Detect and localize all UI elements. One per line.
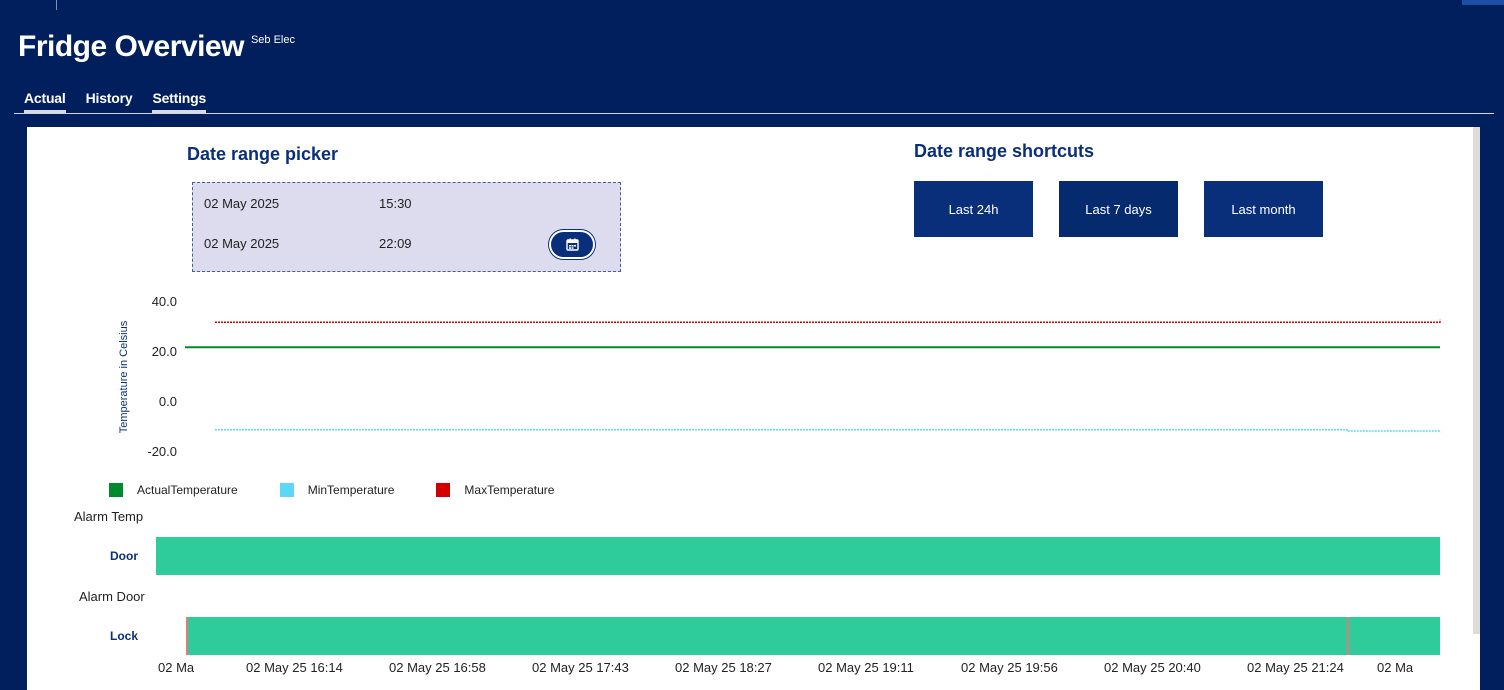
legend-label-min: MinTemperature: [307, 483, 395, 497]
alarm-door-label: Alarm Door: [79, 589, 145, 604]
x-tick-label: 02 May 25 19:56: [961, 660, 1058, 675]
legend-swatch-min: [279, 483, 294, 497]
legend-actual[interactable]: ActualTemperature: [109, 483, 238, 497]
start-date[interactable]: 02 May 2025: [204, 196, 279, 211]
x-tick-label: 02 May 25 20:40: [1104, 660, 1201, 675]
x-tick-label: 02 May 25 17:43: [532, 660, 629, 675]
page-title: Fridge Overview: [18, 30, 244, 63]
series-line-MinTemperature[interactable]: [215, 429, 1441, 433]
calendar-button[interactable]: [549, 230, 595, 259]
y-tick-label: 0.0: [159, 394, 177, 409]
y-tick-label: 20.0: [152, 344, 177, 359]
legend-label-max: MaxTemperature: [464, 483, 555, 497]
legend-min[interactable]: MinTemperature: [279, 483, 395, 497]
tabs-divider: [14, 113, 1494, 114]
y-tick-label: -20.0: [147, 444, 177, 459]
tab-bar: Actual History Settings: [24, 90, 226, 113]
calendar-icon: [565, 238, 579, 251]
y-tick-label: 40.0: [152, 294, 177, 309]
legend-label-actual: ActualTemperature: [137, 483, 238, 497]
date-range-picker-title: Date range picker: [187, 144, 339, 164]
tab-history[interactable]: History: [86, 90, 133, 106]
date-range-shortcuts-title: Date range shortcuts: [914, 141, 1095, 161]
main-panel: Date range picker 02 May 2025 15:30 02 M…: [27, 127, 1480, 690]
temperature-chart: 40.0 20.0 0.0 -20.0 Temperature in Celsius: [118, 294, 1441, 459]
door-lane-label: Door: [110, 549, 138, 563]
page-header: Fridge Overview Seb Elec: [18, 30, 295, 64]
y-axis-title: Temperature in Celsius: [118, 320, 130, 433]
lock-lane-marker-start: [186, 617, 188, 655]
legend-swatch-max: [436, 483, 451, 497]
end-date[interactable]: 02 May 2025: [204, 236, 279, 251]
last-month-button[interactable]: Last month: [1204, 181, 1323, 237]
lock-lane-marker-end: [1347, 617, 1349, 655]
start-time[interactable]: 15:30: [379, 196, 412, 211]
lock-lane-label: Lock: [109, 629, 138, 643]
page-subtitle: Seb Elec: [250, 34, 295, 46]
lock-lane-bar[interactable]: [187, 617, 1440, 655]
date-range-picker[interactable]: 02 May 2025 15:30 02 May 2025 22:09: [192, 182, 621, 272]
x-tick-label: 02 May 25 16:58: [389, 660, 486, 675]
top-right-accent: [1462, 0, 1504, 5]
x-tick-label: 02 May 25 16:14: [246, 660, 343, 675]
tab-actual[interactable]: Actual: [24, 90, 66, 113]
x-tick-label: 02 May 25 19:11: [818, 660, 914, 675]
legend-max[interactable]: MaxTemperature: [436, 483, 554, 497]
last-7-days-button[interactable]: Last 7 days: [1059, 181, 1178, 237]
header-divider: [56, 0, 57, 10]
x-tick-label: 02 Ma: [1377, 660, 1414, 675]
last-24h-button[interactable]: Last 24h: [914, 181, 1033, 237]
chart-legend: ActualTemperature MinTemperature MaxTemp…: [109, 483, 596, 497]
x-tick-label: 02 May 25 18:27: [675, 660, 772, 675]
tab-settings[interactable]: Settings: [152, 90, 206, 113]
alarm-temp-label: Alarm Temp: [74, 509, 144, 524]
scrollbar[interactable]: [1473, 127, 1480, 634]
end-time[interactable]: 22:09: [379, 236, 412, 251]
x-tick-label: 02 May 25 21:24: [1247, 660, 1344, 675]
door-lane-bar[interactable]: [156, 537, 1440, 575]
legend-swatch-actual: [109, 483, 123, 497]
series-line-MaxTemperature[interactable]: [215, 319, 1441, 323]
x-tick-label: 02 Ma: [158, 660, 195, 675]
